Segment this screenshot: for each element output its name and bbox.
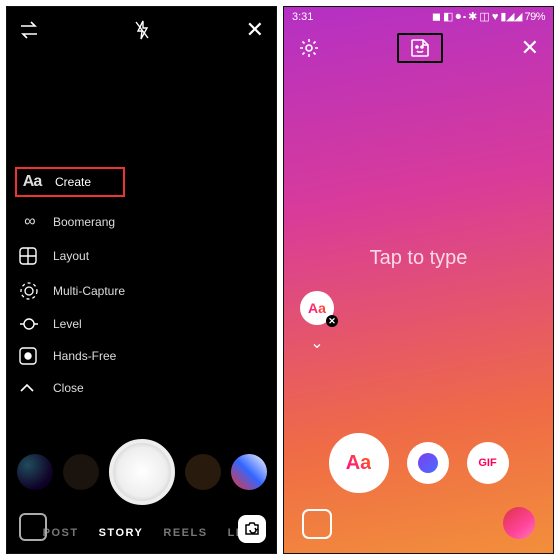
menu-label: Close	[53, 381, 84, 395]
create-mode-menu: Aa Create ∞ Boomerang Layout Multi-Captu…	[19, 167, 125, 395]
shoutout-tool-button[interactable]	[407, 442, 449, 484]
create-text-screen: 3:31 ◼ ◧ ⏺ ⬝ ✱ ◫ ♥ ▮◢◢ 79% ✕ Tap to type…	[283, 6, 554, 554]
shutter-row	[7, 439, 276, 505]
story-camera-screen: ✕ Aa Create ∞ Boomerang Layout Mul	[6, 6, 277, 554]
layout-icon	[19, 247, 41, 265]
effect-thumb[interactable]	[63, 454, 99, 490]
close-icon[interactable]: ✕	[246, 17, 264, 43]
aa-icon: Aa	[308, 300, 326, 316]
status-battery: 79%	[524, 11, 545, 23]
aa-icon: Aa	[346, 452, 372, 475]
mention-icon	[418, 453, 438, 473]
settings-gear-icon[interactable]	[298, 37, 320, 59]
menu-layout[interactable]: Layout	[19, 247, 125, 265]
tap-to-type[interactable]: Tap to type	[284, 247, 553, 270]
menu-hands-free[interactable]: Hands-Free	[19, 347, 125, 365]
create-tools-row: Aa GIF	[284, 433, 553, 493]
menu-level[interactable]: Level	[19, 317, 125, 331]
effect-thumb[interactable]	[17, 454, 53, 490]
text-aa-icon: Aa	[21, 173, 43, 191]
effect-thumb[interactable]	[231, 454, 267, 490]
infinity-icon: ∞	[19, 213, 41, 231]
gallery-button[interactable]	[302, 509, 332, 539]
chevron-up-icon	[19, 383, 41, 393]
level-icon	[19, 317, 41, 331]
menu-boomerang[interactable]: ∞ Boomerang	[19, 213, 125, 231]
record-icon	[19, 347, 41, 365]
menu-label: Create	[55, 175, 91, 189]
shutter-button[interactable]	[109, 439, 175, 505]
camera-top-bar: ✕	[7, 7, 276, 53]
menu-create[interactable]: Aa Create	[15, 167, 125, 197]
chevron-down-icon[interactable]: ⌄	[310, 333, 323, 353]
flash-off-icon[interactable]	[39, 20, 246, 40]
sticker-button-highlight[interactable]	[397, 33, 443, 63]
menu-close[interactable]: Close	[19, 381, 125, 395]
switch-camera-icon[interactable]	[238, 515, 266, 543]
android-status-bar: 3:31 ◼ ◧ ⏺ ⬝ ✱ ◫ ♥ ▮◢◢ 79%	[284, 7, 553, 25]
menu-label: Hands-Free	[53, 349, 116, 363]
close-icon[interactable]: ✕	[521, 35, 539, 61]
text-style-button[interactable]: Aa ✕	[300, 291, 334, 325]
create-top-bar: ✕	[284, 25, 553, 71]
gallery-button[interactable]	[19, 513, 47, 541]
menu-label: Multi-Capture	[53, 284, 125, 298]
mode-story[interactable]: STORY	[99, 527, 144, 539]
camera-modes: POST STORY REELS LI	[7, 527, 276, 539]
effect-thumb[interactable]	[185, 454, 221, 490]
text-tool-button[interactable]: Aa	[329, 433, 389, 493]
menu-label: Boomerang	[53, 215, 115, 229]
status-time: 3:31	[292, 11, 313, 23]
multi-capture-icon	[19, 281, 41, 301]
swap-arrows-icon[interactable]	[19, 21, 39, 39]
mode-reels[interactable]: REELS	[163, 527, 207, 539]
gif-tool-button[interactable]: GIF	[467, 442, 509, 484]
menu-label: Level	[53, 317, 82, 331]
mode-post[interactable]: POST	[43, 527, 79, 539]
text-style-pill: Aa ✕ ⌄	[300, 291, 334, 353]
status-icons: ◼ ◧ ⏺ ⬝ ✱ ◫ ♥ ▮◢◢	[432, 11, 522, 23]
remove-badge-icon[interactable]: ✕	[326, 315, 338, 327]
background-color-button[interactable]	[503, 507, 535, 539]
menu-label: Layout	[53, 249, 89, 263]
menu-multi-capture[interactable]: Multi-Capture	[19, 281, 125, 301]
